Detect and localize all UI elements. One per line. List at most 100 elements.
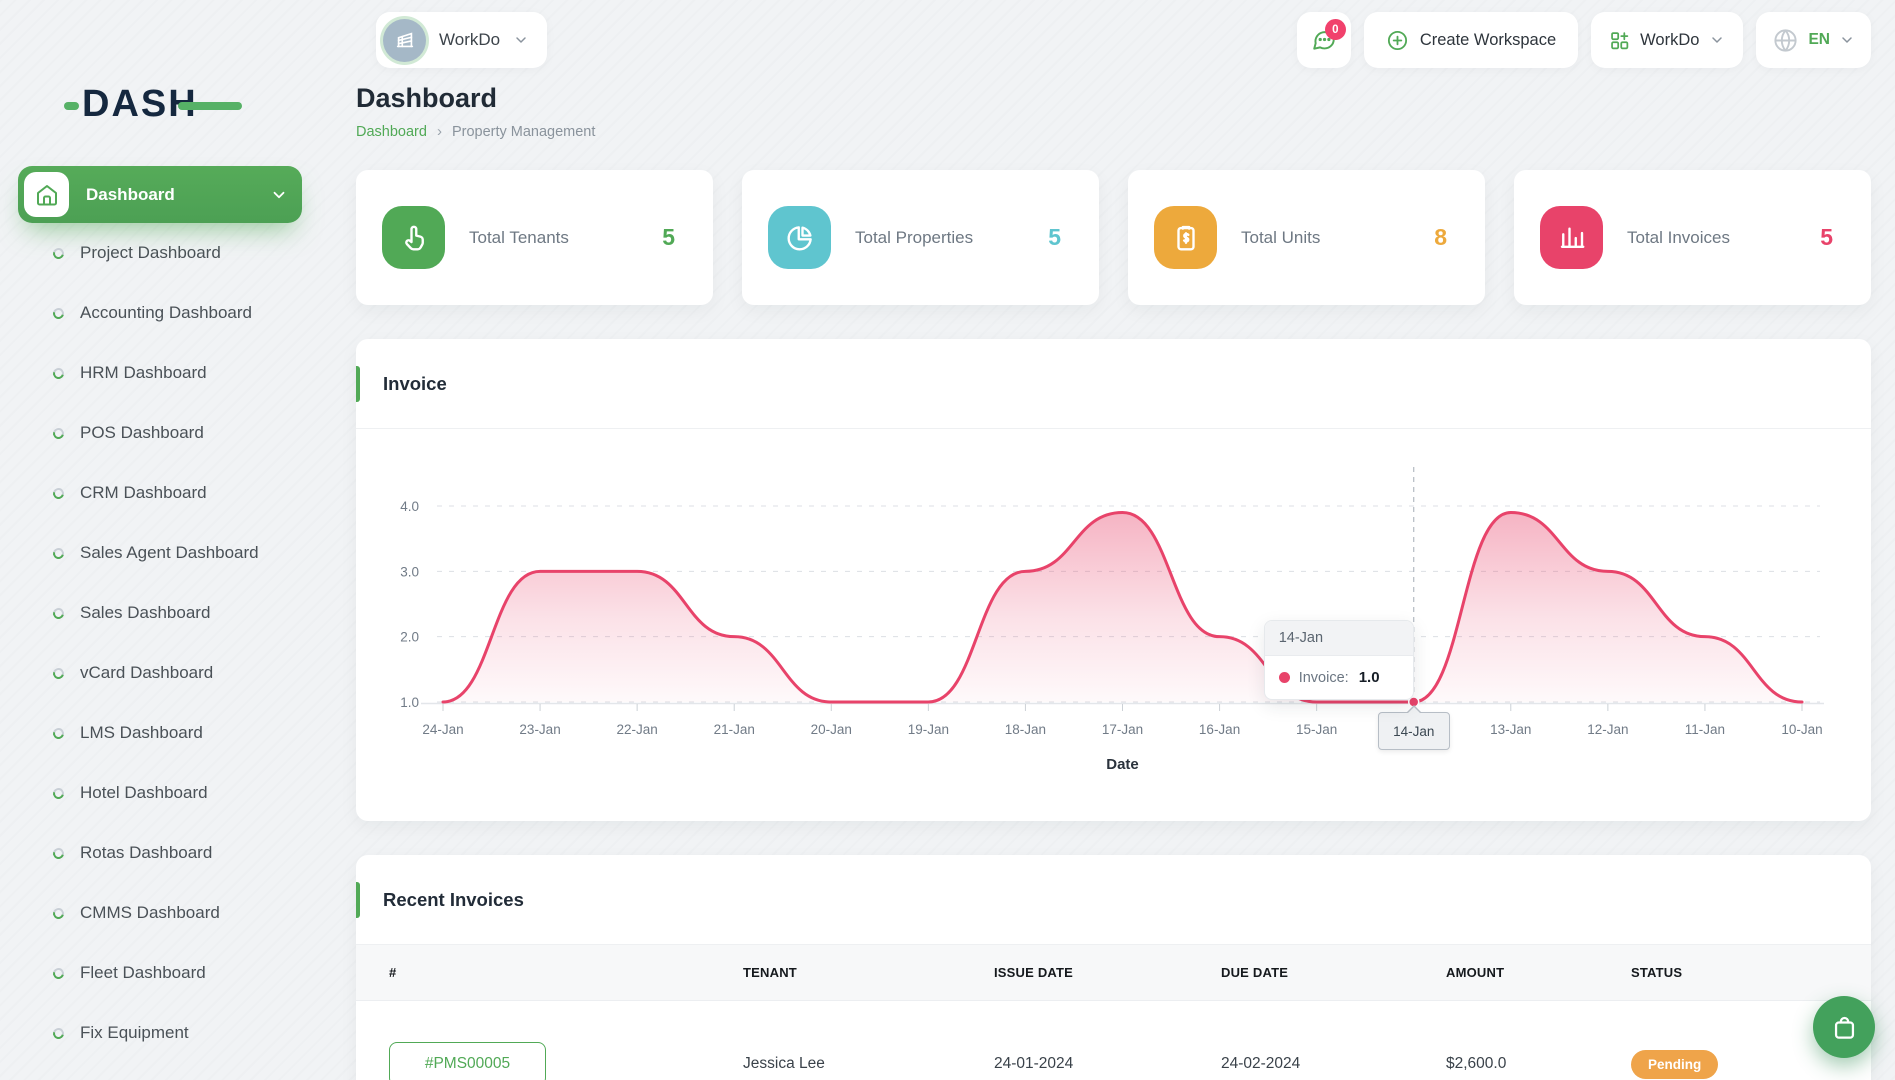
svg-text:11-Jan: 11-Jan — [1685, 722, 1725, 737]
svg-text:1.0: 1.0 — [400, 695, 419, 710]
invoice-chart[interactable]: 1.02.03.04.024-Jan23-Jan22-Jan21-Jan20-J… — [356, 429, 1871, 821]
recent-invoices-panel: Recent Invoices # TENANT ISSUE DATE DUE … — [356, 855, 1871, 1080]
workspace-switcher-button[interactable]: WorkDo — [1591, 12, 1743, 68]
chevron-down-icon — [270, 186, 288, 204]
invoices-table-header: # TENANT ISSUE DATE DUE DATE AMOUNT STAT… — [356, 945, 1871, 1001]
stat-value: 8 — [1434, 224, 1459, 251]
app-logo[interactable]: DASH — [82, 78, 242, 130]
create-workspace-button[interactable]: Create Workspace — [1364, 12, 1578, 68]
tooltip-value: 1.0 — [1359, 669, 1380, 686]
messages-button[interactable]: 0 — [1297, 12, 1351, 68]
language-selector[interactable]: EN — [1756, 12, 1871, 68]
ring-icon — [51, 605, 66, 620]
total-units-card: Total Units 8 — [1128, 170, 1485, 305]
svg-text:17-Jan: 17-Jan — [1102, 722, 1143, 737]
accent-bar — [356, 366, 360, 402]
due-date-cell: 24-02-2024 — [1221, 1055, 1446, 1073]
create-workspace-label: Create Workspace — [1420, 31, 1556, 50]
logo-bar-icon — [178, 102, 242, 110]
invoice-number-link[interactable]: #PMS00005 — [389, 1042, 546, 1080]
svg-text:24-Jan: 24-Jan — [422, 722, 463, 737]
plus-circle-icon — [1386, 29, 1409, 52]
stat-value: 5 — [1048, 224, 1073, 251]
cart-floating-button[interactable] — [1813, 996, 1875, 1058]
invoice-panel-header: Invoice — [356, 339, 1871, 429]
accent-bar — [356, 882, 360, 918]
bar-chart-icon — [1540, 206, 1603, 269]
svg-text:23-Jan: 23-Jan — [519, 722, 560, 737]
workspace-menu-label: WorkDo — [1640, 31, 1699, 50]
sidebar-item-sales-agent-dashboard[interactable]: Sales Agent Dashboard — [0, 523, 320, 583]
col-due-date: DUE DATE — [1221, 965, 1446, 980]
sidebar-item-hotel-dashboard[interactable]: Hotel Dashboard — [0, 763, 320, 823]
col-amount: AMOUNT — [1446, 965, 1631, 980]
total-invoices-card: Total Invoices 5 — [1514, 170, 1871, 305]
sidebar-item-cmms-dashboard[interactable]: CMMS Dashboard — [0, 883, 320, 943]
tooltip-body: Invoice: 1.0 — [1265, 656, 1413, 699]
stat-label: Total Invoices — [1627, 228, 1730, 248]
svg-text:2.0: 2.0 — [400, 630, 419, 645]
ring-icon — [51, 365, 66, 380]
stat-value: 5 — [662, 224, 687, 251]
globe-icon — [1772, 27, 1799, 54]
breadcrumb: Dashboard › Property Management — [356, 123, 1871, 140]
tooltip-date: 14-Jan — [1265, 621, 1413, 656]
sidebar-item-hrm-dashboard[interactable]: HRM Dashboard — [0, 343, 320, 403]
sidebar-item-project-dashboard[interactable]: Project Dashboard — [0, 223, 320, 283]
stat-label: Total Properties — [855, 228, 973, 248]
pie-chart-icon — [768, 206, 831, 269]
workspace-avatar — [383, 19, 426, 62]
col-status: STATUS — [1631, 965, 1871, 980]
ring-icon — [51, 665, 66, 680]
ring-icon — [51, 785, 66, 800]
svg-text:12-Jan: 12-Jan — [1587, 722, 1628, 737]
ring-icon — [51, 965, 66, 980]
breadcrumb-separator-icon: › — [437, 123, 442, 140]
main-content: WorkDo 0 Create Workspace WorkDo EN — [320, 0, 1895, 1080]
svg-text:19-Jan: 19-Jan — [908, 722, 949, 737]
svg-text:20-Jan: 20-Jan — [811, 722, 852, 737]
invoice-receipt-icon — [1154, 206, 1217, 269]
ring-icon — [51, 485, 66, 500]
sidebar-item-dashboard-active[interactable]: Dashboard — [18, 166, 302, 223]
recent-invoices-header: Recent Invoices — [356, 855, 1871, 945]
ring-icon — [51, 725, 66, 740]
stat-label: Total Tenants — [469, 228, 569, 248]
ring-icon — [51, 425, 66, 440]
col-tenant: TENANT — [743, 965, 994, 980]
sidebar-item-pos-dashboard[interactable]: POS Dashboard — [0, 403, 320, 463]
breadcrumb-dashboard-link[interactable]: Dashboard — [356, 124, 427, 140]
workspace-pill[interactable]: WorkDo — [376, 12, 547, 68]
sidebar-item-fix-equipment[interactable]: Fix Equipment — [0, 1003, 320, 1063]
ring-icon — [51, 245, 66, 260]
sidebar-item-accounting-dashboard[interactable]: Accounting Dashboard — [0, 283, 320, 343]
chart-tooltip: 14-Jan Invoice: 1.0 — [1264, 620, 1414, 700]
stat-cards-row: Total Tenants 5 Total Properties 5 Total… — [356, 170, 1871, 305]
sidebar-item-fleet-dashboard[interactable]: Fleet Dashboard — [0, 943, 320, 1003]
chevron-down-icon — [1839, 32, 1855, 48]
ring-icon — [51, 905, 66, 920]
sidebar-item-rotas-dashboard[interactable]: Rotas Dashboard — [0, 823, 320, 883]
grid-plus-icon — [1609, 30, 1630, 51]
tooltip-series-label: Invoice: — [1299, 670, 1349, 686]
sidebar-item-sales-dashboard[interactable]: Sales Dashboard — [0, 583, 320, 643]
page-title: Dashboard — [356, 83, 1871, 114]
ring-icon — [51, 545, 66, 560]
svg-text:3.0: 3.0 — [400, 564, 419, 579]
sidebar-item-lms-dashboard[interactable]: LMS Dashboard — [0, 703, 320, 763]
series-dot-icon — [1279, 672, 1290, 683]
sidebar-active-label: Dashboard — [86, 185, 175, 205]
invoice-table-row: #PMS00005 Jessica Lee 24-01-2024 24-02-2… — [356, 1001, 1871, 1080]
chevron-down-icon — [1709, 32, 1725, 48]
ring-icon — [51, 1025, 66, 1040]
col-number: # — [389, 965, 743, 980]
logo-dash-icon — [64, 102, 79, 110]
chevron-down-icon — [513, 32, 529, 48]
invoice-chart-panel: Invoice 1.02.03.04.024-Jan23-Jan22-Jan21… — [356, 339, 1871, 821]
language-label: EN — [1808, 31, 1830, 49]
total-properties-card: Total Properties 5 — [742, 170, 1099, 305]
total-tenants-card: Total Tenants 5 — [356, 170, 713, 305]
axis-pointer-label: 14-Jan — [1378, 712, 1450, 750]
sidebar-item-vcard-dashboard[interactable]: vCard Dashboard — [0, 643, 320, 703]
sidebar-item-crm-dashboard[interactable]: CRM Dashboard — [0, 463, 320, 523]
